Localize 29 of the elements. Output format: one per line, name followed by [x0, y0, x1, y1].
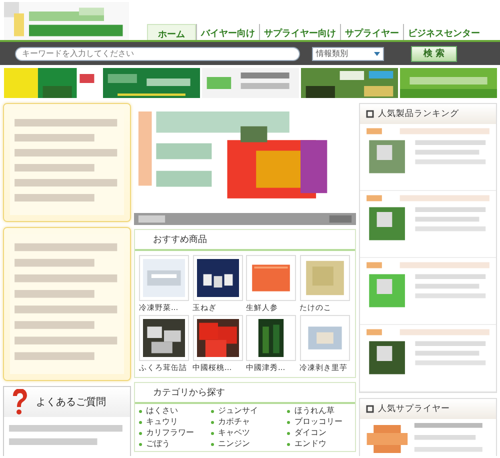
category-link[interactable]: ほうれん草 — [287, 406, 351, 416]
category-link[interactable]: カボチャ — [211, 417, 288, 427]
section-title: よくあるご質問 — [36, 396, 106, 409]
category-link[interactable]: キュウリ — [139, 417, 212, 427]
search-button[interactable]: 検 索 — [411, 46, 457, 62]
nav-tab[interactable]: サプライヤー向け — [259, 24, 340, 40]
search-field[interactable]: キーワードを入力してください — [15, 46, 300, 60]
category-link[interactable]: ジュンサイ — [211, 406, 288, 416]
square-icon — [366, 405, 374, 413]
category-link[interactable]: カリフラワー — [139, 428, 212, 438]
category-link[interactable]: キャベツ — [211, 428, 288, 438]
nav-tab[interactable]: バイヤー向け — [196, 24, 259, 40]
category-link[interactable]: はくさい — [139, 406, 212, 416]
caret-icon — [374, 52, 380, 56]
section-title: カテゴリから探す — [135, 383, 355, 404]
section-title: おすすめ商品 — [135, 230, 355, 251]
nav-tab[interactable]: ビジネスセンター — [403, 24, 484, 40]
category-dropdown[interactable]: 情報類別 — [312, 46, 384, 60]
section-title: 人気サプライヤー — [378, 403, 450, 415]
section-title: 人気製品ランキング — [378, 108, 459, 120]
category-link[interactable]: ごぼう — [139, 439, 212, 449]
category-link[interactable]: エンドウ — [287, 439, 351, 449]
category-link[interactable]: ブロッコリー — [287, 417, 351, 427]
nav-tab[interactable]: ホーム — [147, 24, 196, 40]
category-link[interactable]: ニンジン — [211, 439, 288, 449]
square-icon — [366, 110, 374, 118]
question-mark-icon — [10, 389, 30, 415]
nav-tab[interactable]: サプライヤー — [340, 24, 403, 40]
category-link[interactable]: ダイコン — [287, 428, 351, 438]
